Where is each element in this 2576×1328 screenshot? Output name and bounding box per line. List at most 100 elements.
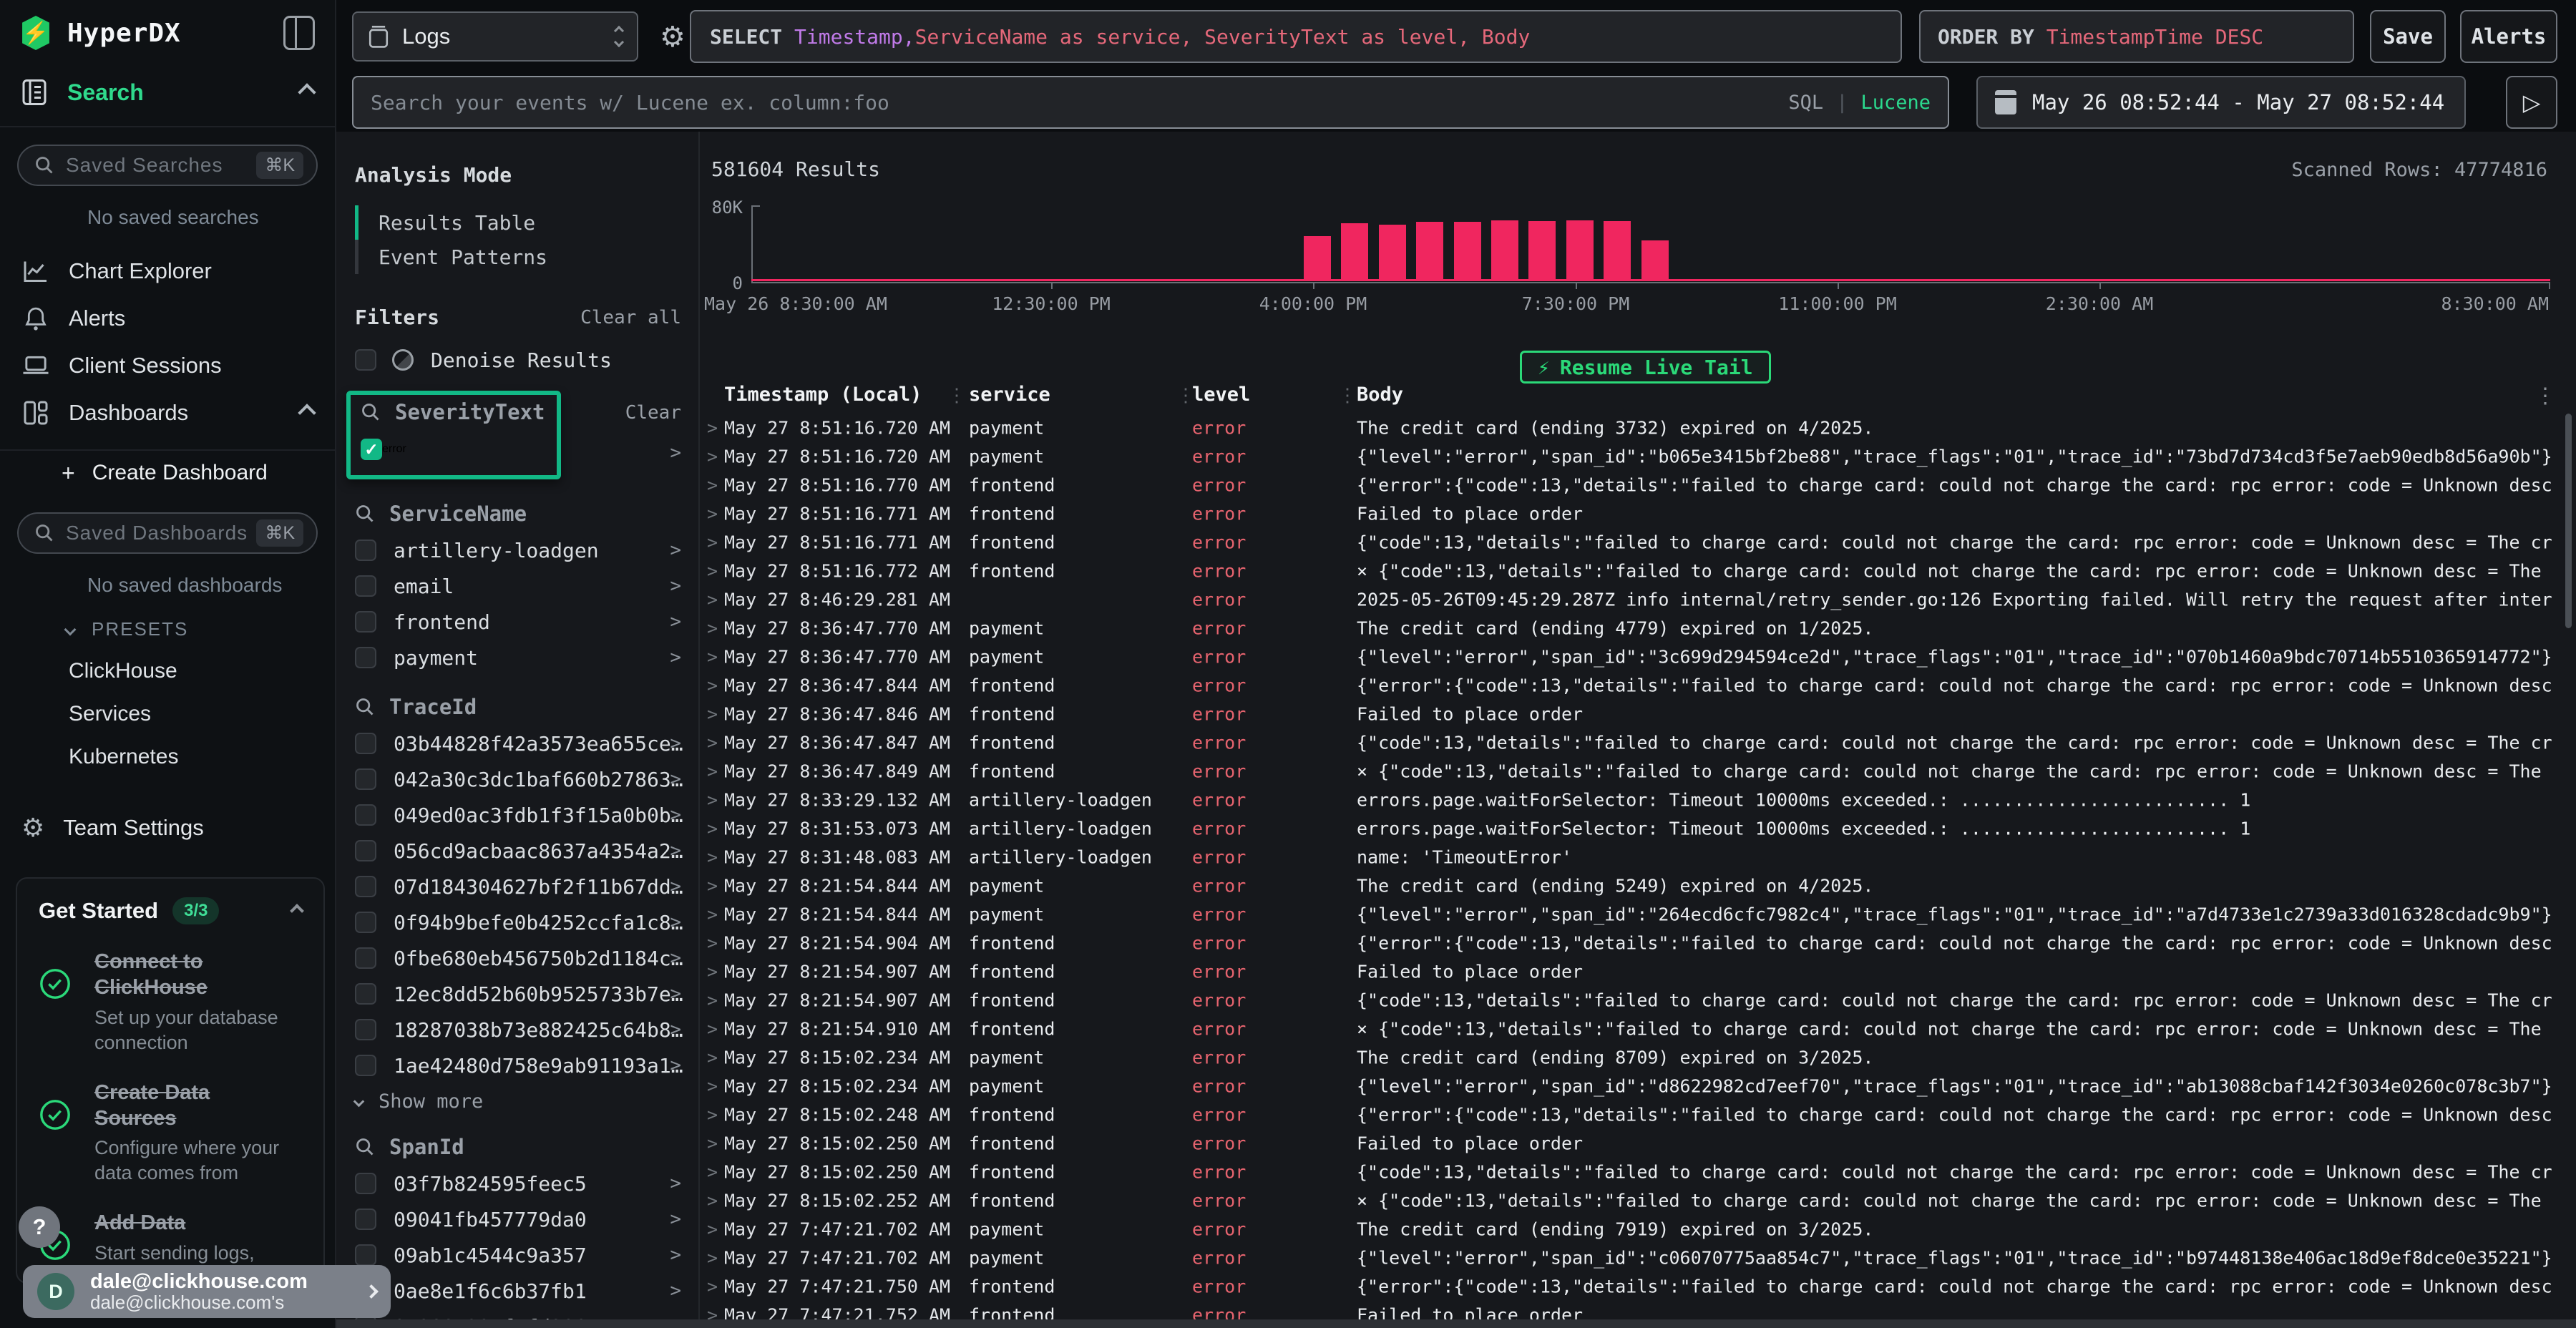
row-expand-icon[interactable]: >	[707, 590, 718, 610]
presets-toggle[interactable]: PRESETS	[66, 618, 335, 640]
table-row[interactable]: > May 27 8:36:47.846 AM frontend error F…	[700, 700, 2576, 728]
checkbox[interactable]	[355, 1209, 376, 1230]
table-row[interactable]: > May 27 8:51:16.720 AM payment error {"…	[700, 442, 2576, 471]
chevron-right-icon[interactable]: >	[670, 1209, 681, 1230]
table-row[interactable]: > May 27 8:21:54.844 AM payment error Th…	[700, 872, 2576, 900]
sidebar-item-team-settings[interactable]: ⚙ Team Settings	[21, 815, 335, 841]
filter-value-row[interactable]: payment >	[355, 643, 681, 673]
row-expand-icon[interactable]: >	[707, 990, 718, 1011]
histogram-bar[interactable]	[1304, 236, 1331, 280]
row-expand-icon[interactable]: >	[707, 1276, 718, 1297]
row-expand-icon[interactable]: >	[707, 876, 718, 897]
sidebar-item-alerts[interactable]: Alerts	[0, 295, 335, 342]
chevron-right-icon[interactable]: >	[670, 876, 681, 897]
table-row[interactable]: > May 27 8:51:16.771 AM frontend error {…	[700, 528, 2576, 557]
show-more-link[interactable]: Show more	[355, 1090, 681, 1113]
row-expand-icon[interactable]: >	[707, 761, 718, 782]
histogram-bar[interactable]	[1641, 240, 1669, 280]
filter-value-row[interactable]: 0fbe680eb456750b2d1184c… >	[355, 943, 681, 973]
table-row[interactable]: > May 27 8:36:47.847 AM frontend error {…	[700, 728, 2576, 757]
col-level[interactable]: level	[1192, 384, 1250, 406]
col-timestamp[interactable]: Timestamp (Local)	[724, 384, 922, 406]
row-expand-icon[interactable]: >	[707, 1219, 718, 1240]
col-service[interactable]: service	[969, 384, 1050, 406]
checkbox-checked[interactable]: ✓	[361, 439, 382, 460]
source-settings-gear-icon[interactable]: ⚙	[660, 23, 686, 52]
row-expand-icon[interactable]: >	[707, 1105, 718, 1126]
chevron-right-icon[interactable]: >	[670, 575, 681, 597]
filter-value-row[interactable]: 09041fb457779da0 >	[355, 1204, 681, 1234]
filter-value-row[interactable]: 1ae42480d758e9ab91193a1… >	[355, 1050, 681, 1080]
table-row[interactable]: > May 27 8:15:02.250 AM frontend error F…	[700, 1129, 2576, 1158]
table-row[interactable]: > May 27 8:51:16.771 AM frontend error F…	[700, 499, 2576, 528]
row-expand-icon[interactable]: >	[707, 561, 718, 582]
saved-searches-input[interactable]: Saved Searches ⌘K	[17, 145, 318, 186]
row-expand-icon[interactable]: >	[707, 1162, 718, 1183]
histogram-bar[interactable]	[1604, 221, 1631, 280]
table-row[interactable]: > May 27 8:15:02.234 AM payment error {"…	[700, 1072, 2576, 1100]
row-expand-icon[interactable]: >	[707, 675, 718, 696]
chevron-right-icon[interactable]: >	[670, 1280, 681, 1302]
table-row[interactable]: > May 27 8:15:02.234 AM payment error Th…	[700, 1043, 2576, 1072]
analysis-mode-option[interactable]: Event Patterns	[355, 240, 681, 274]
row-expand-icon[interactable]: >	[707, 446, 718, 467]
chevron-right-icon[interactable]: >	[670, 611, 681, 633]
row-expand-icon[interactable]: >	[707, 933, 718, 954]
lang-toggle-sql[interactable]: SQL	[1788, 92, 1823, 114]
row-expand-icon[interactable]: >	[707, 504, 718, 524]
row-expand-icon[interactable]: >	[707, 704, 718, 725]
create-dashboard-button[interactable]: + Create Dashboard	[0, 451, 335, 495]
resume-live-tail-button[interactable]: ⚡ Resume Live Tail	[1520, 351, 1771, 384]
filter-field-name[interactable]: SeverityText	[395, 400, 545, 424]
vertical-scrollbar[interactable]	[2565, 414, 2572, 628]
checkbox[interactable]	[355, 840, 376, 861]
row-expand-icon[interactable]: >	[707, 1191, 718, 1211]
table-row[interactable]: > May 27 7:47:21.702 AM payment error Th…	[700, 1215, 2576, 1244]
checkbox[interactable]	[355, 1055, 376, 1076]
sidebar-item-chart-explorer[interactable]: Chart Explorer	[0, 248, 335, 295]
filter-value-row[interactable]: 03f7b824595feec5 >	[355, 1168, 681, 1198]
filter-value-row[interactable]: 0f94b9befe0b4252ccfa1c8… >	[355, 907, 681, 937]
chevron-right-icon[interactable]: >	[670, 1055, 681, 1076]
table-row[interactable]: > May 27 8:21:54.907 AM frontend error F…	[700, 957, 2576, 986]
table-row[interactable]: > May 27 7:47:21.750 AM frontend error {…	[700, 1272, 2576, 1301]
filter-value-row[interactable]: artillery-loadgen >	[355, 535, 681, 565]
sidebar-item-client-sessions[interactable]: Client Sessions	[0, 342, 335, 389]
chevron-right-icon[interactable]: >	[670, 983, 681, 1005]
row-expand-icon[interactable]: >	[707, 847, 718, 868]
filter-value-row[interactable]: email >	[355, 571, 681, 601]
table-row[interactable]: > May 27 8:33:29.132 AM artillery-loadge…	[700, 786, 2576, 814]
chevron-right-icon[interactable]: >	[670, 1019, 681, 1040]
table-row[interactable]: > May 27 8:51:16.772 AM frontend error ×…	[700, 557, 2576, 585]
checkbox[interactable]	[355, 575, 376, 597]
preset-dashboard-link[interactable]: Kubernetes	[69, 745, 335, 769]
col-body[interactable]: Body	[1357, 384, 1403, 406]
table-row[interactable]: > May 27 8:31:53.073 AM artillery-loadge…	[700, 814, 2576, 843]
filter-value-row[interactable]: 049ed0ac3fdb1f3f15a0b0b… >	[355, 800, 681, 830]
checkbox[interactable]	[355, 611, 376, 633]
chevron-right-icon[interactable]: >	[670, 540, 681, 561]
chevron-right-icon[interactable]: >	[670, 1244, 681, 1266]
row-expand-icon[interactable]: >	[707, 962, 718, 982]
filter-value-row[interactable]: 18287038b73e882425c64b8… >	[355, 1015, 681, 1045]
histogram-bar[interactable]	[1528, 221, 1556, 280]
checkbox[interactable]	[355, 947, 376, 969]
order-by-input[interactable]: ORDER BY TimestampTime DESC	[1919, 10, 2354, 63]
histogram-bar[interactable]	[1416, 222, 1443, 280]
table-row[interactable]: > May 27 8:36:47.844 AM frontend error {…	[700, 671, 2576, 700]
filter-value-row[interactable]: 0ae8e1f6c6b37fb1 >	[355, 1276, 681, 1306]
table-row[interactable]: > May 27 8:21:54.844 AM payment error {"…	[700, 900, 2576, 929]
row-expand-icon[interactable]: >	[707, 1133, 718, 1154]
analysis-mode-option[interactable]: Results Table	[355, 205, 681, 240]
get-started-item[interactable]: Connect to ClickHouse Set up your databa…	[39, 949, 302, 1055]
get-started-item[interactable]: Create Data Sources Configure where your…	[39, 1080, 302, 1186]
table-row[interactable]: > May 27 8:36:47.770 AM payment error {"…	[700, 643, 2576, 671]
row-expand-icon[interactable]: >	[707, 1248, 718, 1269]
histogram-bar[interactable]	[1341, 223, 1368, 280]
sidebar-item-search[interactable]: Search	[0, 69, 335, 116]
filter-field-name[interactable]: SpanId	[389, 1135, 464, 1159]
table-row[interactable]: > May 27 8:46:29.281 AM error 2025-05-26…	[700, 585, 2576, 614]
filter-value-row[interactable]: 056cd9acbaac8637a4354a2… >	[355, 836, 681, 866]
filter-value-row[interactable]: 12ec8dd52b60b9525733b7e… >	[355, 979, 681, 1009]
row-expand-icon[interactable]: >	[707, 475, 718, 496]
